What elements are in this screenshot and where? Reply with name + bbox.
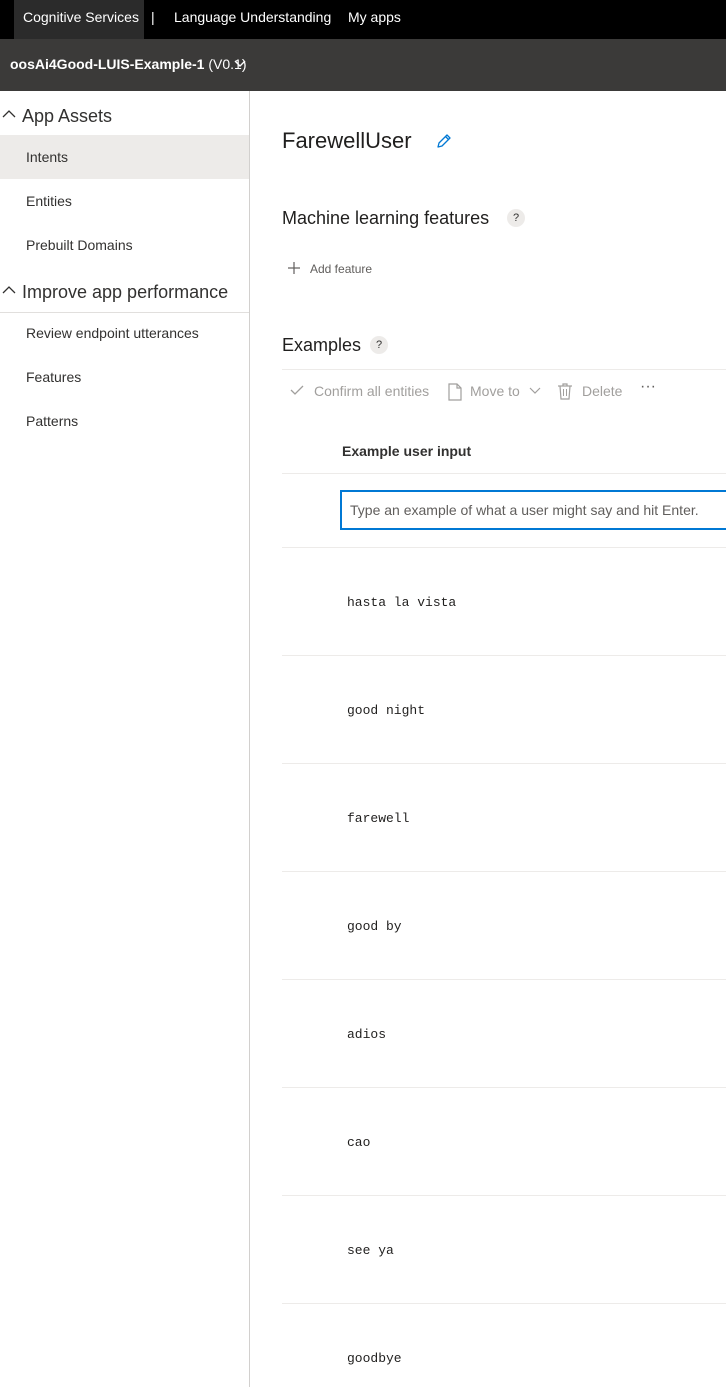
language-understanding-link[interactable]: Language Understanding xyxy=(174,0,331,39)
checkmark-icon xyxy=(290,385,304,395)
utterance-input[interactable] xyxy=(340,490,726,530)
nav-separator: | xyxy=(151,9,155,25)
main-content: FarewellUser Machine learning features ?… xyxy=(250,91,726,1387)
trash-icon xyxy=(558,383,572,400)
delete-label: Delete xyxy=(582,383,623,399)
utterance-text: hasta la vista xyxy=(347,595,457,610)
table-row[interactable]: cao xyxy=(282,1088,726,1196)
sidebar-item-review-endpoint-utterances[interactable]: Review endpoint utterances xyxy=(0,311,249,355)
page-title: FarewellUser xyxy=(282,128,412,153)
ml-features-title: Machine learning features xyxy=(282,208,490,228)
help-icon[interactable]: ? xyxy=(507,209,525,227)
table-row[interactable]: hasta la vista xyxy=(282,548,726,656)
table-row[interactable]: adios xyxy=(282,980,726,1088)
app-selector[interactable]: oosAi4Good-LUIS-Example-1 (V0.1) xyxy=(10,56,246,72)
sidebar-item-label: Intents xyxy=(26,149,69,165)
sidebar-item-prebuilt-domains[interactable]: Prebuilt Domains xyxy=(0,223,249,267)
column-header-label[interactable]: Example user input xyxy=(342,443,471,459)
sidebar: App Assets Intents Entities Prebuilt Dom… xyxy=(0,91,250,1387)
plus-icon xyxy=(288,262,300,274)
sidebar-item-label: Patterns xyxy=(26,413,79,429)
utterance-text: good by xyxy=(347,919,402,934)
confirm-all-label: Confirm all entities xyxy=(314,383,430,399)
app-bar: oosAi4Good-LUIS-Example-1 (V0.1) xyxy=(0,39,726,91)
sidebar-group-improve-performance[interactable]: Improve app performance xyxy=(0,269,249,313)
move-to-button[interactable]: Move to xyxy=(447,382,543,402)
table-row[interactable]: farewell xyxy=(282,764,726,872)
table-row[interactable]: good night xyxy=(282,656,726,764)
confirm-all-entities-button[interactable]: Confirm all entities xyxy=(290,382,430,402)
my-apps-link[interactable]: My apps xyxy=(348,0,401,39)
delete-button[interactable]: Delete xyxy=(558,382,628,402)
utterance-text: farewell xyxy=(347,811,410,826)
sidebar-item-label: Entities xyxy=(26,193,72,209)
sidebar-group-label: App Assets xyxy=(22,106,113,126)
sidebar-item-label: Prebuilt Domains xyxy=(26,237,133,253)
chevron-down-icon xyxy=(529,387,541,394)
chevron-down-icon[interactable] xyxy=(233,57,247,71)
sidebar-item-entities[interactable]: Entities xyxy=(0,179,249,223)
examples-title: Examples xyxy=(282,335,362,355)
sidebar-group-label: Improve app performance xyxy=(22,282,229,302)
move-document-icon xyxy=(448,383,462,401)
sidebar-group-app-assets[interactable]: App Assets xyxy=(0,93,249,137)
add-feature-label: Add feature xyxy=(310,262,373,276)
utterance-input-row xyxy=(282,474,726,548)
more-options-button[interactable]: ··· xyxy=(640,378,662,398)
chevron-up-icon xyxy=(2,110,16,118)
table-row[interactable]: see ya xyxy=(282,1196,726,1304)
help-icon[interactable]: ? xyxy=(370,336,388,354)
utterance-text: cao xyxy=(347,1135,371,1150)
command-bar: Confirm all entities Move to Delete ··· xyxy=(282,369,726,413)
utterance-text: adios xyxy=(347,1027,387,1042)
sidebar-item-intents[interactable]: Intents xyxy=(0,135,249,179)
cognitive-services-link[interactable]: Cognitive Services xyxy=(14,0,144,39)
move-to-label: Move to xyxy=(470,383,520,399)
sidebar-item-patterns[interactable]: Patterns xyxy=(0,399,249,443)
utterance-text: goodbye xyxy=(347,1351,402,1366)
sidebar-item-label: Features xyxy=(26,369,82,385)
pencil-icon[interactable] xyxy=(434,131,454,151)
utterance-text: good night xyxy=(347,703,426,718)
table-row[interactable]: goodbye xyxy=(282,1304,726,1387)
top-nav: Cognitive Services | Language Understand… xyxy=(0,0,726,39)
examples-column-header: Example user input xyxy=(282,429,726,474)
utterance-text: see ya xyxy=(347,1243,394,1258)
table-row[interactable]: good by xyxy=(282,872,726,980)
sidebar-item-label: Review endpoint utterances xyxy=(26,325,199,341)
sidebar-item-features[interactable]: Features xyxy=(0,355,249,399)
chevron-up-icon xyxy=(2,286,16,294)
app-name: oosAi4Good-LUIS-Example-1 xyxy=(10,56,205,72)
